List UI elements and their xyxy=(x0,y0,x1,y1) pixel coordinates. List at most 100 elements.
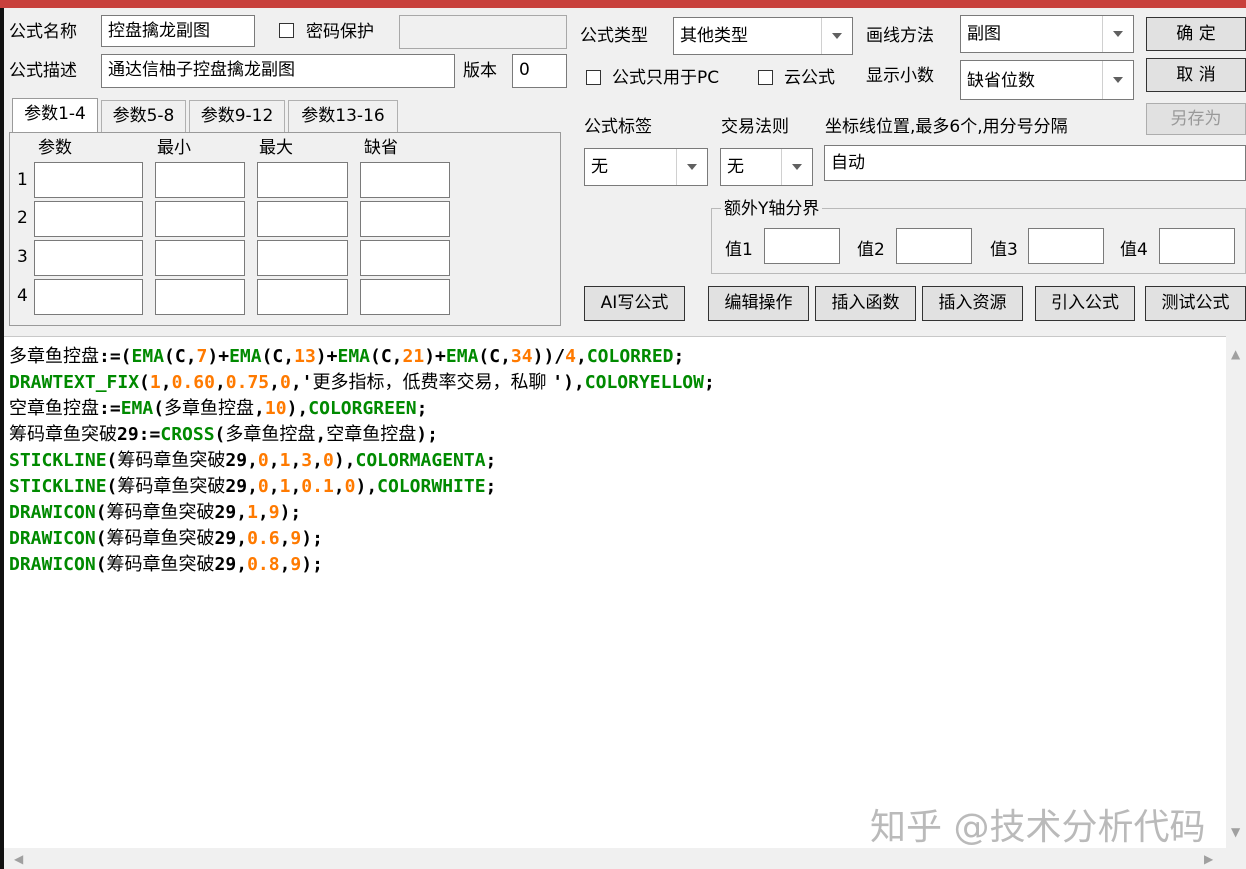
draw-method-select[interactable]: 副图 xyxy=(960,15,1134,53)
formula-tag-select[interactable]: 无 xyxy=(584,148,708,186)
chevron-down-icon[interactable] xyxy=(676,149,707,185)
code-line: DRAWICON(筹码章鱼突破29,0.8,9); xyxy=(9,552,715,578)
param-3-min[interactable] xyxy=(155,240,245,276)
trade-rule-select[interactable]: 无 xyxy=(720,148,813,186)
code-token: )+ xyxy=(424,346,446,367)
param-1-max[interactable] xyxy=(257,162,348,198)
trade-rule-label: 交易法则 xyxy=(721,117,789,137)
code-token: 7 xyxy=(196,346,208,367)
code-token: 筹码章鱼突破 xyxy=(106,528,215,549)
ok-button[interactable]: 确 定 xyxy=(1146,17,1246,51)
code-token: 1 xyxy=(149,372,161,393)
code-token: , xyxy=(290,450,302,471)
scroll-up-icon[interactable]: ▲ xyxy=(1231,348,1240,360)
code-token: EMA xyxy=(120,398,154,419)
code-token: 更多指标，低费率交易，私聊 xyxy=(312,372,553,393)
y-value-1-input[interactable] xyxy=(764,228,840,264)
code-line: STICKLINE(筹码章鱼突破29,0,1,3,0),COLORMAGENTA… xyxy=(9,448,715,474)
code-line: DRAWICON(筹码章鱼突破29,0.6,9); xyxy=(9,526,715,552)
vertical-scrollbar[interactable]: ▲ ▼ xyxy=(1226,336,1246,848)
code-token: , xyxy=(268,476,280,497)
code-token: 1 xyxy=(247,502,258,523)
tab-params-13-16[interactable]: 参数13-16 xyxy=(288,100,398,132)
param-2-max[interactable] xyxy=(257,201,348,237)
param-3-default[interactable] xyxy=(360,240,450,276)
param-2-default[interactable] xyxy=(360,201,450,237)
y-value-4-input[interactable] xyxy=(1159,228,1235,264)
code-line: DRAWTEXT_FIX(1,0.60,0.75,0,'更多指标，低费率交易，私… xyxy=(9,370,715,396)
chevron-down-icon[interactable] xyxy=(1102,61,1133,99)
chevron-down-icon[interactable] xyxy=(781,149,812,185)
version-input[interactable]: 0 xyxy=(512,54,567,88)
code-token: 0.75 xyxy=(225,372,270,393)
code-token: COLORWHITE xyxy=(377,476,486,497)
decimals-select[interactable]: 缺省位数 xyxy=(960,60,1134,100)
code-token: 29:= xyxy=(117,424,161,445)
code-token: STICKLINE xyxy=(9,476,107,497)
tab-params-1-4[interactable]: 参数1-4 xyxy=(12,98,98,134)
code-token: 34 xyxy=(510,346,533,367)
chevron-down-icon[interactable] xyxy=(1102,16,1133,52)
password-input[interactable] xyxy=(399,15,567,49)
code-token: COLORGREEN xyxy=(308,398,417,419)
test-formula-button[interactable]: 测试公式 xyxy=(1145,286,1246,321)
param-2-min[interactable] xyxy=(155,201,245,237)
code-token: , xyxy=(214,372,226,393)
formula-name-input[interactable]: 控盘擒龙副图 xyxy=(101,15,255,47)
scroll-right-icon[interactable]: ▶ xyxy=(1204,853,1213,865)
formula-desc-input[interactable]: 通达信柚子控盘擒龙副图 xyxy=(101,54,455,88)
code-token: 筹码章鱼突破 xyxy=(106,502,215,523)
code-token: DRAWTEXT_FIX xyxy=(9,372,140,393)
insert-function-button[interactable]: 插入函数 xyxy=(815,286,916,321)
formula-type-select[interactable]: 其他类型 xyxy=(673,17,853,55)
code-token: ( xyxy=(214,424,226,445)
code-token: 4 xyxy=(565,346,576,367)
watermark: 知乎 @技术分析代码 xyxy=(870,807,1206,848)
import-formula-button[interactable]: 引入公式 xyxy=(1035,286,1135,321)
cancel-button[interactable]: 取 消 xyxy=(1146,58,1246,92)
code-token: , xyxy=(160,372,172,393)
pc-only-checkbox[interactable] xyxy=(586,70,601,85)
param-4-name[interactable] xyxy=(34,279,143,315)
param-4-min[interactable] xyxy=(155,279,245,315)
param-4-default[interactable] xyxy=(360,279,450,315)
code-token: 10 xyxy=(264,398,287,419)
insert-resource-button[interactable]: 插入资源 xyxy=(922,286,1023,321)
code-token: 1 xyxy=(279,476,291,497)
tab-params-5-8[interactable]: 参数5-8 xyxy=(101,100,186,132)
horizontal-scrollbar[interactable]: ◀ ▶ xyxy=(4,848,1246,869)
code-token: , xyxy=(290,476,302,497)
code-token: ; xyxy=(416,398,428,419)
param-3-max[interactable] xyxy=(257,240,348,276)
param-4-max[interactable] xyxy=(257,279,348,315)
param-3-name[interactable] xyxy=(34,240,143,276)
y-value-2-input[interactable] xyxy=(896,228,972,264)
code-token: (C, xyxy=(478,346,511,367)
code-token: ; xyxy=(673,346,685,367)
param-2-name[interactable] xyxy=(34,201,143,237)
param-1-name[interactable] xyxy=(34,162,143,198)
code-token: ); xyxy=(416,424,438,445)
save-as-button[interactable]: 另存为 xyxy=(1146,103,1246,135)
edit-operation-button[interactable]: 编辑操作 xyxy=(708,286,809,321)
code-token: (C, xyxy=(261,346,295,367)
formula-name-label: 公式名称 xyxy=(9,22,77,42)
chevron-down-icon[interactable] xyxy=(821,18,852,54)
code-token: 空章鱼控盘 xyxy=(9,398,99,419)
scroll-down-icon[interactable]: ▼ xyxy=(1231,826,1240,838)
y-value-3-input[interactable] xyxy=(1028,228,1104,264)
ai-write-formula-button[interactable]: AI写公式 xyxy=(584,286,685,321)
scroll-left-icon[interactable]: ◀ xyxy=(14,853,23,865)
code-token: 筹码章鱼突破 xyxy=(106,554,215,575)
param-row-label: 1 xyxy=(17,170,28,190)
password-checkbox[interactable] xyxy=(279,23,294,38)
axis-position-input[interactable]: 自动 xyxy=(824,145,1246,181)
code-token: DRAWICON xyxy=(9,554,96,575)
param-1-default[interactable] xyxy=(360,162,450,198)
code-line: STICKLINE(筹码章鱼突破29,0,1,0.1,0),COLORWHITE… xyxy=(9,474,715,500)
tab-params-9-12[interactable]: 参数9-12 xyxy=(189,100,285,132)
param-1-min[interactable] xyxy=(155,162,245,198)
password-label: 密码保护 xyxy=(306,22,374,42)
cloud-checkbox[interactable] xyxy=(758,70,773,85)
formula-code-editor[interactable]: 多章鱼控盘:=(EMA(C,7)+EMA(C,13)+EMA(C,21)+EMA… xyxy=(4,336,1226,848)
